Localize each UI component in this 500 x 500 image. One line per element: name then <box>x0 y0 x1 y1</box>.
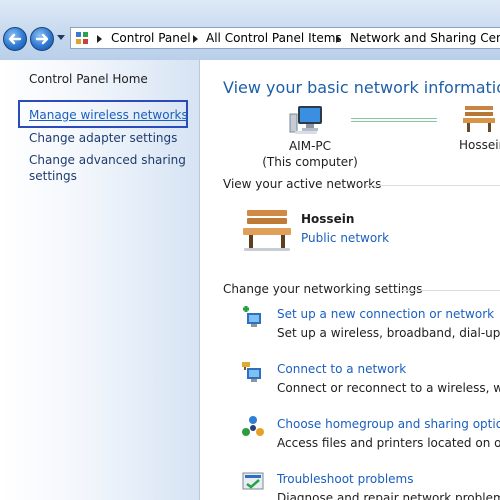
manage-wireless-networks-link[interactable]: Manage wireless networks <box>29 107 188 123</box>
troubleshoot-description: Diagnose and repair network problems, or… <box>277 491 500 500</box>
connect-network-link[interactable]: Connect to a network <box>277 362 406 376</box>
change-settings-header: Change your networking settings <box>223 282 423 296</box>
change-adapter-settings-link[interactable]: Change adapter settings <box>29 130 177 146</box>
forward-arrow-icon <box>35 33 49 45</box>
section-divider <box>366 185 500 186</box>
connection-line <box>351 118 437 122</box>
homegroup-icon <box>242 416 264 436</box>
breadcrumb-separator[interactable] <box>97 35 102 43</box>
section-divider <box>401 290 500 291</box>
breadcrumb-network-sharing[interactable]: Network and Sharing Center <box>350 31 500 45</box>
breadcrumb-all-items[interactable]: All Control Panel Items <box>206 31 342 45</box>
forward-button[interactable] <box>30 27 54 51</box>
control-panel-icon <box>76 32 88 44</box>
homegroup-sharing-description: Access files and printers located on oth… <box>277 436 500 450</box>
task-pane: Control Panel Home Manage wireless netwo… <box>0 60 200 500</box>
page-heading: View your basic network information an <box>223 78 500 97</box>
computer-icon <box>289 106 322 134</box>
network-bench-icon[interactable] <box>461 104 497 134</box>
connect-network-description: Connect or reconnect to a wireless, wire… <box>277 381 500 395</box>
recent-pages-dropdown[interactable] <box>57 35 65 40</box>
pane-divider <box>199 60 200 500</box>
public-network-bench-icon <box>243 210 291 251</box>
navigation-bar: Control Panel All Control Panel Items Ne… <box>0 0 500 60</box>
homegroup-sharing-link[interactable]: Choose homegroup and sharing options <box>277 417 500 431</box>
back-button[interactable] <box>3 27 27 51</box>
network-map-name[interactable]: Hossein <box>459 138 500 152</box>
connect-network-icon <box>242 362 261 382</box>
computer-name-label[interactable]: AIM-PC (This computer) <box>245 138 375 170</box>
setup-connection-description: Set up a wireless, broadband, dial-up, a… <box>277 326 500 340</box>
main-content: View your basic network information an A… <box>201 60 500 500</box>
control-panel-home-link[interactable]: Control Panel Home <box>29 71 148 87</box>
troubleshoot-link[interactable]: Troubleshoot problems <box>277 472 413 486</box>
active-network-name: Hossein <box>301 212 355 226</box>
new-connection-icon <box>243 306 261 327</box>
public-network-link[interactable]: Public network <box>301 231 389 245</box>
breadcrumb-separator[interactable] <box>193 35 198 43</box>
address-bar[interactable]: Control Panel All Control Panel Items Ne… <box>70 27 500 49</box>
computer-subtitle: (This computer) <box>262 155 358 169</box>
setup-connection-link[interactable]: Set up a new connection or network <box>277 307 494 321</box>
active-networks-header: View your active networks <box>223 177 382 191</box>
breadcrumb-control-panel[interactable]: Control Panel <box>111 31 191 45</box>
change-advanced-sharing-link[interactable]: Change advanced sharing settings <box>29 152 189 184</box>
computer-name: AIM-PC <box>288 139 332 153</box>
back-arrow-icon <box>8 33 22 45</box>
troubleshoot-icon <box>242 472 264 490</box>
breadcrumb-separator[interactable] <box>336 35 341 43</box>
